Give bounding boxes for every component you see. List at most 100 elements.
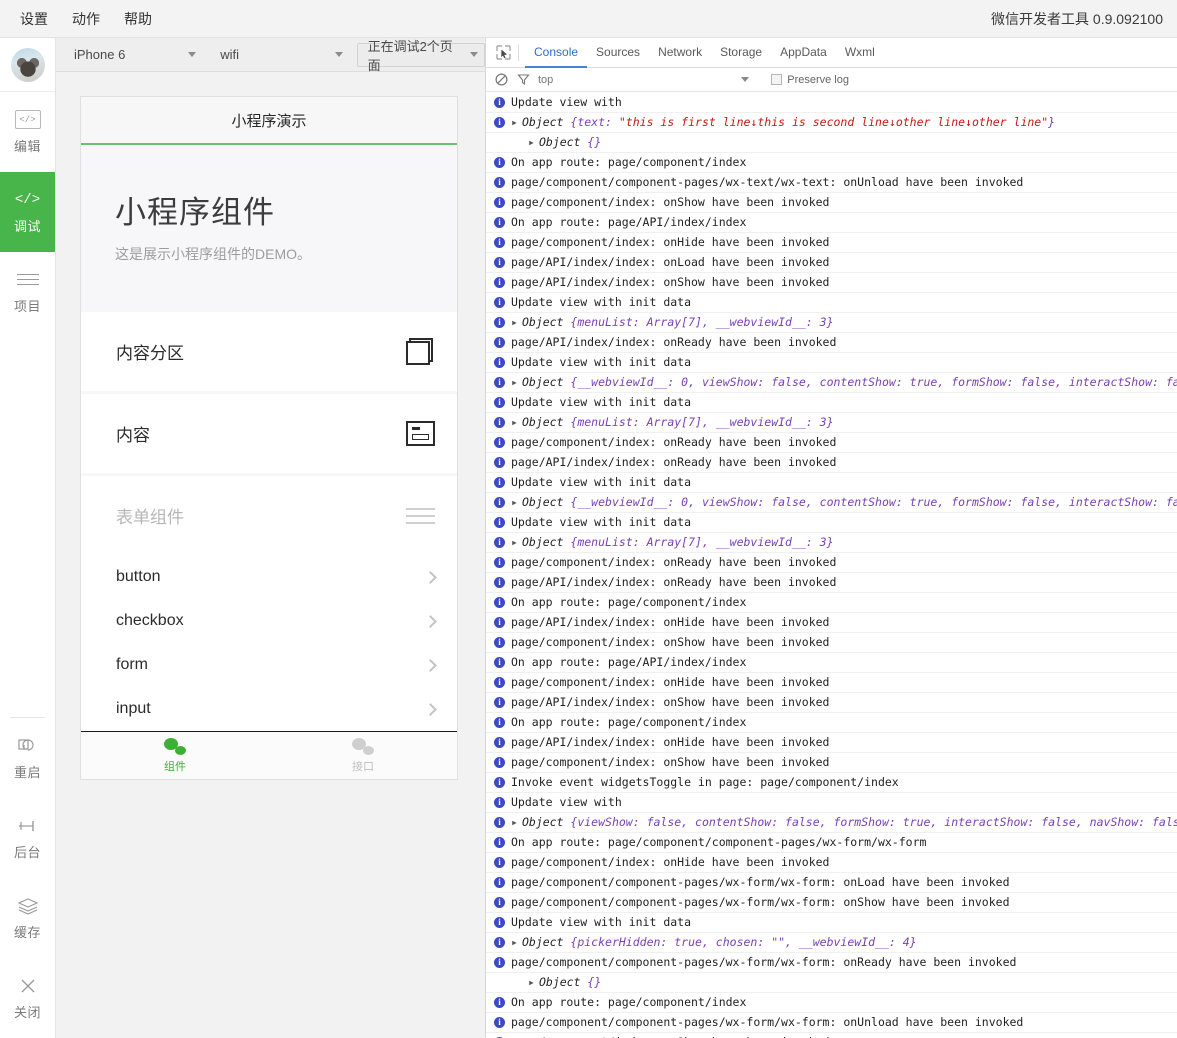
rail-item-background[interactable]: 后台: [0, 798, 55, 878]
rail-item-project[interactable]: 项目: [0, 252, 55, 332]
console-context-value[interactable]: top: [538, 74, 553, 86]
rail-item-debug[interactable]: </> 调试: [0, 172, 55, 252]
console-log-row[interactable]: i ▸ Object {viewShow: false, contentShow: …: [486, 813, 1177, 833]
clear-console-icon[interactable]: [494, 73, 508, 87]
expand-triangle-icon[interactable]: ▸: [511, 414, 518, 431]
console-log-row[interactable]: i page/API/index/index: onShow have been …: [486, 693, 1177, 713]
console-log-row[interactable]: i Update view with: [486, 93, 1177, 113]
console-log-row[interactable]: i page/API/index/index: onHide have been …: [486, 613, 1177, 633]
inspect-cursor-icon[interactable]: [490, 42, 516, 64]
console-log-row[interactable]: i ▸ Object {menuList: Array[7], __webviewI…: [486, 413, 1177, 433]
console-log-row[interactable]: i On app route: page/component/index: [486, 593, 1177, 613]
console-log-row[interactable]: i page/API/index/index: onLoad have been …: [486, 253, 1177, 273]
console-log-row[interactable]: i Update view with: [486, 793, 1177, 813]
list-item-content[interactable]: 内容: [81, 394, 457, 473]
console-log-row[interactable]: i▸Object {}: [486, 973, 1177, 993]
network-select[interactable]: wifi: [210, 42, 349, 67]
list-item-checkbox[interactable]: checkbox: [81, 599, 457, 643]
console-log-row[interactable]: i ▸ Object {__webviewId__: 0, viewShow: fa…: [486, 373, 1177, 393]
rail-item-restart[interactable]: 重启: [0, 718, 55, 798]
expand-triangle-icon[interactable]: ▸: [511, 494, 518, 511]
console-log-row[interactable]: i page/component/component-pages/wx-form/…: [486, 953, 1177, 973]
console-log-row[interactable]: i page/component/index: onHide have been …: [486, 233, 1177, 253]
expand-triangle-icon[interactable]: ▸: [511, 314, 518, 331]
list-item-form[interactable]: form: [81, 643, 457, 687]
console-log-row[interactable]: i On app route: page/API/index/index: [486, 213, 1177, 233]
preserve-log-option[interactable]: Preserve log: [771, 74, 849, 86]
console-log-row[interactable]: i On app route: page/component/index: [486, 153, 1177, 173]
menu-item-actions[interactable]: 动作: [60, 5, 112, 33]
expand-triangle-icon[interactable]: ▸: [511, 814, 518, 831]
console-log-row[interactable]: i page/component/component-pages/wx-form/…: [486, 1013, 1177, 1033]
list-item-content-section[interactable]: 内容分区: [81, 312, 457, 391]
avatar-container[interactable]: [0, 38, 55, 92]
chevron-down-icon[interactable]: [741, 77, 750, 82]
wechat-icon: [352, 737, 374, 755]
info-icon: i: [494, 797, 505, 808]
tab-wxml[interactable]: Wxml: [836, 39, 884, 68]
console-log-text: page/component/index: onReady have been …: [511, 435, 837, 449]
console-log-row[interactable]: ipage/component/index: onShow have been …: [486, 193, 1177, 213]
tab-console[interactable]: Console: [525, 39, 588, 68]
console-log-row[interactable]: i page/API/index/index: onShow have been …: [486, 273, 1177, 293]
preserve-log-checkbox[interactable]: [771, 74, 783, 85]
console-log-row[interactable]: i page/component/index: onReady have been…: [486, 553, 1177, 573]
console-log-row[interactable]: ipage/component/index: onShow have been …: [486, 753, 1177, 773]
tab-api[interactable]: 接口: [269, 732, 457, 779]
tab-storage[interactable]: Storage: [711, 39, 771, 68]
tab-network[interactable]: Network: [649, 39, 711, 68]
console-log-row[interactable]: i ▸ Object {__webviewId__: 0, viewShow: fa…: [486, 493, 1177, 513]
console-log-row[interactable]: i ▸ Object {pickerHidden: true, chosen: ""…: [486, 933, 1177, 953]
console-log-row[interactable]: i ▸ Object {text: "this is first line↓this…: [486, 113, 1177, 133]
console-log-row[interactable]: i page/component/index: onHide have been …: [486, 853, 1177, 873]
tab-components[interactable]: 组件: [81, 732, 269, 779]
device-select[interactable]: iPhone 6: [64, 42, 203, 67]
expand-triangle-icon[interactable]: ▸: [511, 534, 518, 551]
expand-triangle-icon[interactable]: ▸: [511, 114, 518, 131]
console-log-row[interactable]: i▸Object {}: [486, 133, 1177, 153]
console-log-row[interactable]: i Update view with init data: [486, 353, 1177, 373]
console-log-row[interactable]: i On app route: page/component/component-…: [486, 833, 1177, 853]
console-log-row[interactable]: ipage/component/index: onShow have been …: [486, 1033, 1177, 1038]
menu-item-help[interactable]: 帮助: [112, 5, 164, 33]
rail-item-edit[interactable]: </> 编辑: [0, 92, 55, 172]
console-log-row[interactable]: i Update view with init data: [486, 393, 1177, 413]
filter-icon[interactable]: [516, 73, 530, 87]
console-log-row[interactable]: i page/component/index: onHide have been …: [486, 673, 1177, 693]
console-log-row[interactable]: i page/component/component-pages/wx-text/…: [486, 173, 1177, 193]
console-log-row[interactable]: i page/component/index: onReady have been…: [486, 433, 1177, 453]
expand-triangle-icon[interactable]: ▸: [528, 134, 535, 151]
tab-sources[interactable]: Sources: [587, 39, 649, 68]
expand-triangle-icon[interactable]: ▸: [528, 974, 535, 991]
console-log-row[interactable]: i page/component/component-pages/wx-form/…: [486, 873, 1177, 893]
console-log-row[interactable]: i Invoke event widgetsToggle in page: pag…: [486, 773, 1177, 793]
console-log-row[interactable]: i On app route: page/component/index: [486, 713, 1177, 733]
console-log-row[interactable]: i ▸ Object {menuList: Array[7], __webviewI…: [486, 313, 1177, 333]
pages-select[interactable]: 正在调试2个页面: [356, 39, 485, 73]
console-log-row[interactable]: i page/component/component-pages/wx-form/…: [486, 893, 1177, 913]
console-log-row[interactable]: ipage/component/index: onShow have been …: [486, 633, 1177, 653]
avatar[interactable]: [10, 47, 45, 82]
expand-triangle-icon[interactable]: ▸: [511, 374, 518, 391]
console-log-row[interactable]: i page/API/index/index: onHide have been …: [486, 733, 1177, 753]
console-log-row[interactable]: i Update view with init data: [486, 513, 1177, 533]
console-log-row[interactable]: i On app route: page/component/index: [486, 993, 1177, 1013]
console-log-row[interactable]: i page/API/index/index: onReady have been…: [486, 573, 1177, 593]
console-log-row[interactable]: i ▸ Object {menuList: Array[7], __webviewI…: [486, 533, 1177, 553]
expand-triangle-icon[interactable]: ▸: [511, 934, 518, 951]
console-log-row[interactable]: i On app route: page/API/index/index: [486, 653, 1177, 673]
tab-appdata[interactable]: AppData: [771, 39, 836, 68]
rail-item-cache[interactable]: 缓存: [0, 878, 55, 958]
list-item-form-components[interactable]: 表单组件: [81, 476, 457, 555]
list-item-input[interactable]: input: [81, 687, 457, 731]
console-log-row[interactable]: i Update view with init data: [486, 293, 1177, 313]
toolbar-divider: [518, 44, 519, 61]
console-log-row[interactable]: i Update view with init data: [486, 473, 1177, 493]
console-log-row[interactable]: i Update view with init data: [486, 913, 1177, 933]
menu-item-settings[interactable]: 设置: [8, 5, 60, 33]
rail-item-close[interactable]: 关闭: [0, 958, 55, 1038]
console-log-list[interactable]: i Update view with i ▸ Object {text: "this i…: [486, 93, 1177, 1038]
list-item-button[interactable]: button: [81, 555, 457, 599]
console-log-row[interactable]: i page/API/index/index: onReady have been…: [486, 333, 1177, 353]
console-log-row[interactable]: i page/API/index/index: onReady have been…: [486, 453, 1177, 473]
